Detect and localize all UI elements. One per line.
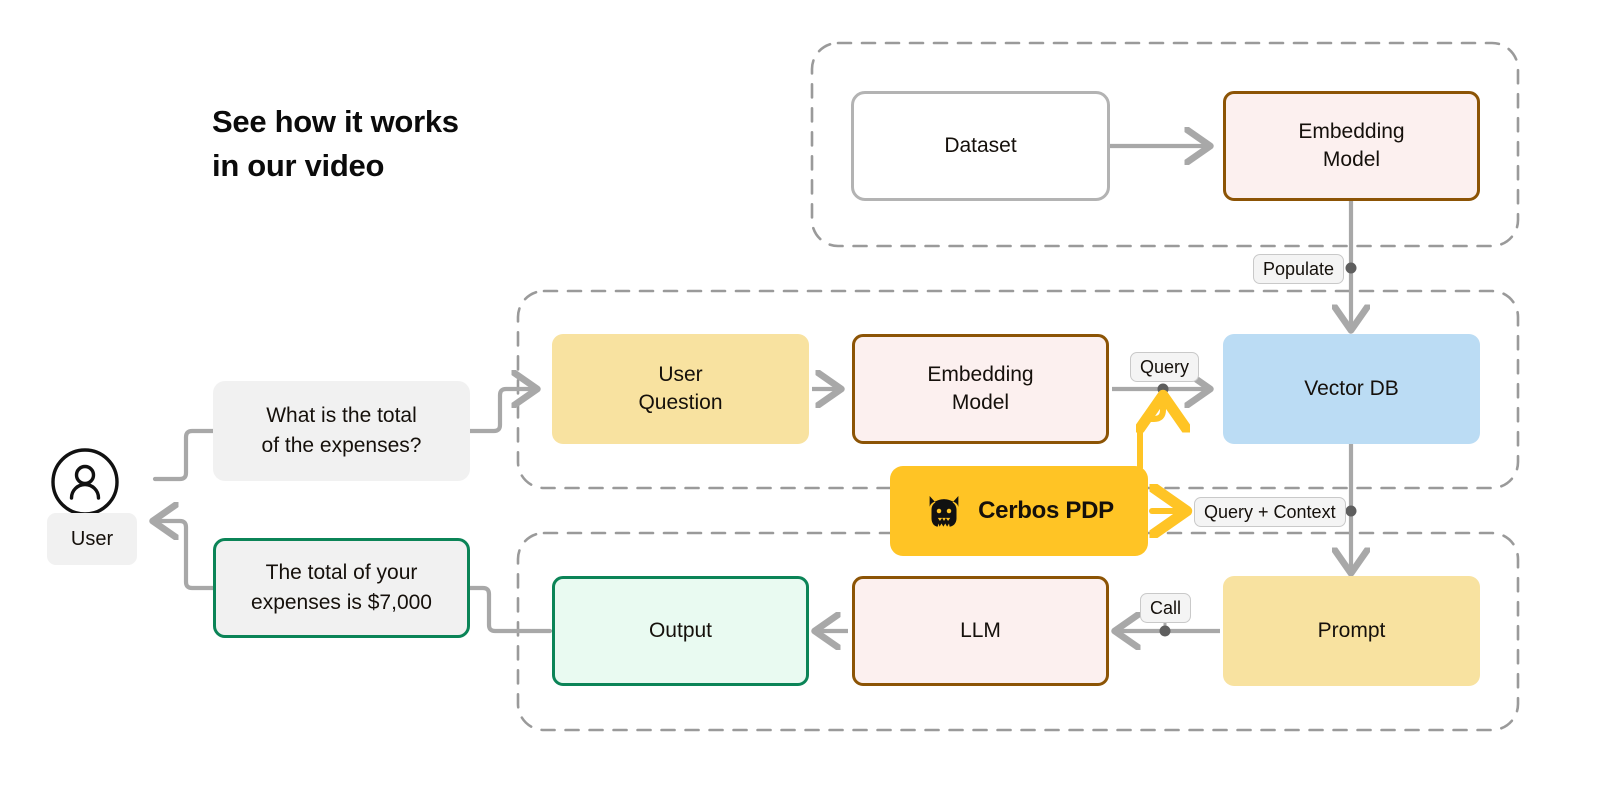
- page-title: See how it works in our video: [212, 100, 632, 188]
- user-circle-icon: [51, 448, 119, 516]
- node-vector-db: Vector DB: [1223, 334, 1480, 444]
- node-llm: LLM: [852, 576, 1109, 686]
- node-user-question: User Question: [552, 334, 809, 444]
- node-output: Output: [552, 576, 809, 686]
- node-embedding-model-ingestion: Embedding Model: [1223, 91, 1480, 201]
- edge-label-query-context: Query + Context: [1194, 497, 1346, 527]
- node-cerbos-pdp[interactable]: Cerbos PDP: [890, 466, 1148, 556]
- page-title-line-1: See how it works: [212, 104, 459, 139]
- user-label: User: [47, 513, 137, 565]
- cerbos-mascot-icon: [929, 496, 959, 527]
- edge-output-to-answer: [467, 585, 553, 634]
- query-context-tap-dot: [1345, 505, 1357, 517]
- edge-label-populate: Populate: [1253, 254, 1345, 284]
- edge-cerbos-to-query: [1140, 400, 1163, 471]
- diagram-canvas: See how it works in our video User What …: [0, 0, 1614, 801]
- edge-user-to-question: [152, 428, 216, 482]
- edge-question-to-userquestion: [467, 389, 534, 434]
- node-dataset: Dataset: [851, 91, 1110, 201]
- node-cerbos-pdp-label: Cerbos PDP: [978, 496, 1114, 524]
- query-tap-dot: [1157, 383, 1169, 395]
- user-question-bubble: What is the total of the expenses?: [213, 381, 470, 481]
- edge-answer-to-user: [156, 521, 216, 591]
- call-tap-dot: [1159, 625, 1171, 637]
- populate-tap-dot: [1345, 262, 1357, 274]
- edge-label-query: Query: [1130, 352, 1200, 382]
- edge-label-call: Call: [1140, 593, 1192, 623]
- node-embedding-model-retrieval: Embedding Model: [852, 334, 1109, 444]
- assistant-answer-bubble: The total of your expenses is $7,000: [213, 538, 470, 638]
- page-title-line-2: in our video: [212, 148, 385, 184]
- node-prompt: Prompt: [1223, 576, 1480, 686]
